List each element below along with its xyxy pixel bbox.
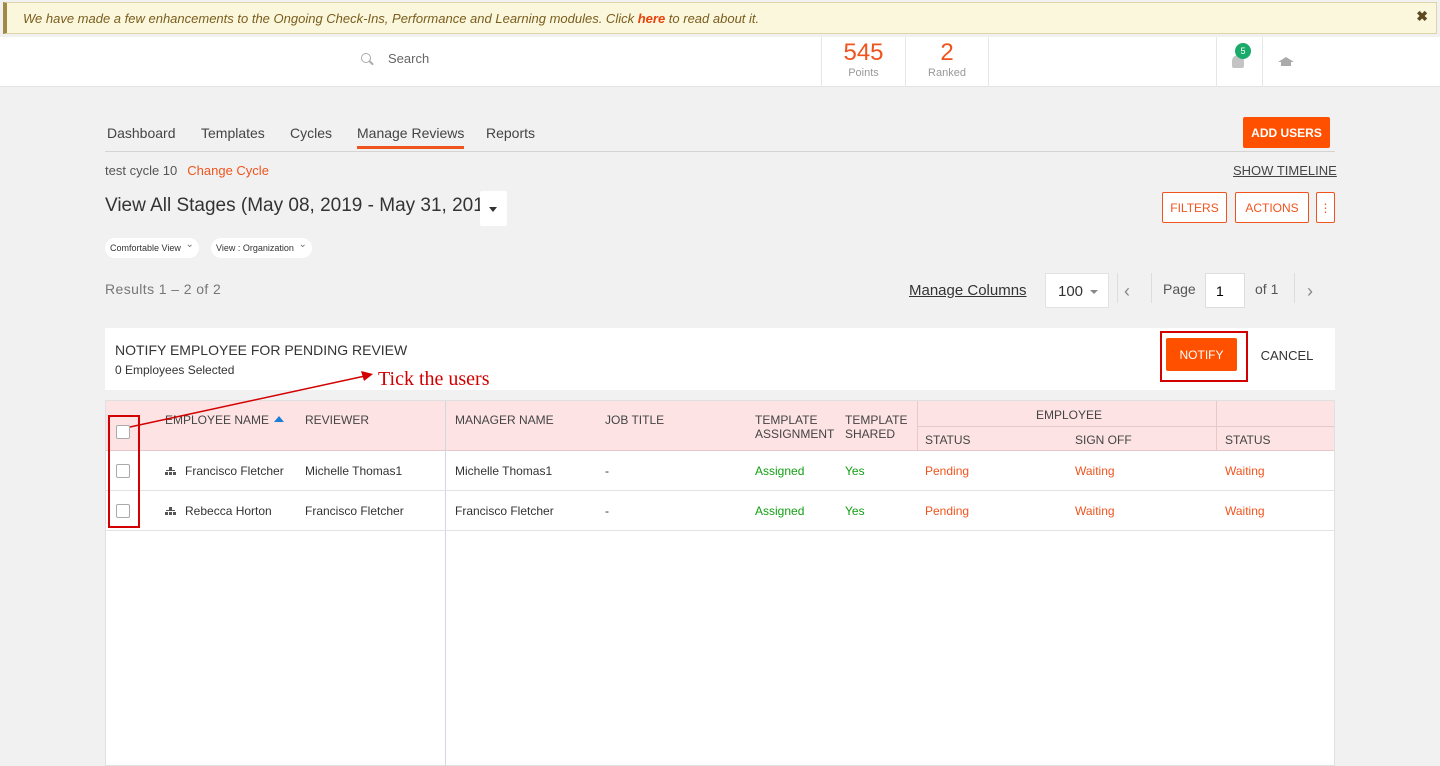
- col-template-shared[interactable]: TEMPLATE SHARED: [845, 413, 907, 441]
- notify-button[interactable]: NOTIFY: [1166, 338, 1237, 371]
- col-status[interactable]: STATUS: [1225, 433, 1271, 447]
- filters-button[interactable]: FILTERS: [1162, 192, 1227, 223]
- table-row[interactable]: Rebecca Horton Francisco Fletcher Franci…: [106, 491, 1334, 531]
- add-users-button[interactable]: ADD USERS: [1243, 117, 1330, 148]
- col-job-title[interactable]: JOB TITLE: [605, 413, 664, 427]
- per-page-select[interactable]: 100: [1045, 273, 1109, 308]
- ranked-stat[interactable]: 2 Ranked: [905, 37, 989, 87]
- tab-manage-reviews[interactable]: Manage Reviews: [357, 125, 465, 149]
- job-title: -: [605, 464, 609, 478]
- tab-reports[interactable]: Reports: [486, 125, 535, 141]
- reviewer-name: Michelle Thomas1: [305, 464, 403, 478]
- review-nav-tabs: Dashboard Templates Cycles Manage Review…: [105, 116, 1335, 152]
- page-total: of 1: [1255, 281, 1279, 297]
- tab-cycles[interactable]: Cycles: [290, 125, 332, 141]
- cycle-name: test cycle 10: [105, 163, 178, 178]
- view-mode-dropdown[interactable]: View : Organization: [211, 235, 312, 258]
- view-density-dropdown[interactable]: Comfortable View: [105, 235, 199, 258]
- points-stat[interactable]: 545 Points: [821, 37, 905, 87]
- chevron-right-icon[interactable]: ›: [1307, 281, 1313, 302]
- chevron-left-icon[interactable]: ‹: [1124, 281, 1130, 302]
- reviewer-name: Francisco Fletcher: [305, 504, 404, 518]
- manager-name: Francisco Fletcher: [455, 504, 554, 518]
- points-label: Points: [848, 67, 879, 79]
- divider: [1216, 426, 1334, 427]
- status: Waiting: [1225, 504, 1265, 518]
- annotation-label: Tick the users: [378, 368, 490, 390]
- sign-off-status: Waiting: [1075, 504, 1115, 518]
- employee-status: Pending: [925, 464, 970, 478]
- col-manager-name[interactable]: MANAGER NAME: [455, 413, 554, 427]
- template-assignment: Assigned: [755, 504, 805, 518]
- divider: [917, 426, 1217, 427]
- show-timeline-link[interactable]: SHOW TIMELINE: [1233, 163, 1337, 178]
- col-template-assignment[interactable]: TEMPLATE ASSIGNMENT: [755, 413, 834, 441]
- notifications-button[interactable]: 5: [1216, 37, 1263, 87]
- stage-dropdown-button[interactable]: [480, 191, 507, 226]
- ranked-value: 2: [940, 39, 954, 66]
- employee-name[interactable]: Francisco Fletcher: [185, 464, 284, 478]
- page-label: Page: [1163, 281, 1196, 297]
- status: Waiting: [1225, 464, 1265, 478]
- notify-title: NOTIFY EMPLOYEE FOR PENDING REVIEW: [115, 342, 408, 358]
- manager-name: Michelle Thomas1: [455, 464, 553, 478]
- stages-title: View All Stages (May 08, 2019 - May 31, …: [105, 195, 501, 216]
- results-count: Results 1 – 2 of 2: [105, 281, 222, 297]
- divider: [1151, 273, 1152, 303]
- tab-dashboard[interactable]: Dashboard: [107, 125, 176, 141]
- annotation-arrow-icon: [129, 371, 373, 428]
- page-number-input[interactable]: [1205, 273, 1245, 308]
- divider: [1117, 273, 1118, 303]
- graduation-cap-icon[interactable]: [1278, 57, 1294, 67]
- org-chart-icon[interactable]: [165, 507, 176, 516]
- template-assignment: Assigned: [755, 464, 805, 478]
- close-icon[interactable]: ✖: [1416, 8, 1428, 25]
- notification-count-badge: 5: [1235, 43, 1251, 59]
- col-employee-status[interactable]: STATUS: [925, 433, 971, 447]
- banner-link[interactable]: here: [638, 11, 665, 26]
- template-shared: Yes: [845, 464, 865, 478]
- search-box: [360, 51, 688, 66]
- search-icon: [360, 52, 374, 66]
- ranked-label: Ranked: [928, 67, 966, 79]
- org-chart-icon[interactable]: [165, 467, 176, 476]
- top-header: 545 Points 2 Ranked 5: [0, 37, 1440, 87]
- job-title: -: [605, 504, 609, 518]
- banner-message: We have made a few enhancements to the O…: [23, 10, 760, 26]
- divider: [1294, 273, 1295, 303]
- reviews-table: EMPLOYEE NAME REVIEWER MANAGER NAME JOB …: [105, 400, 1335, 766]
- template-shared: Yes: [845, 504, 865, 518]
- search-input[interactable]: [388, 51, 688, 66]
- cancel-button[interactable]: CANCEL: [1250, 338, 1324, 373]
- actions-button[interactable]: ACTIONS: [1235, 192, 1309, 223]
- table-row[interactable]: Francisco Fletcher Michelle Thomas1 Mich…: [106, 451, 1334, 491]
- sign-off-status: Waiting: [1075, 464, 1115, 478]
- employee-name[interactable]: Rebecca Horton: [185, 504, 272, 518]
- announcement-banner: We have made a few enhancements to the O…: [3, 2, 1437, 34]
- tab-templates[interactable]: Templates: [201, 125, 265, 141]
- manage-columns-link[interactable]: Manage Columns: [909, 282, 1027, 299]
- points-value: 545: [843, 39, 884, 66]
- change-cycle-link[interactable]: Change Cycle: [187, 163, 269, 178]
- more-options-button[interactable]: ⋮: [1316, 192, 1335, 223]
- col-sign-off[interactable]: SIGN OFF: [1075, 433, 1132, 447]
- employee-status: Pending: [925, 504, 970, 518]
- cycle-info: test cycle 10 Change Cycle: [105, 163, 269, 178]
- col-group-employee: EMPLOYEE: [1036, 408, 1103, 422]
